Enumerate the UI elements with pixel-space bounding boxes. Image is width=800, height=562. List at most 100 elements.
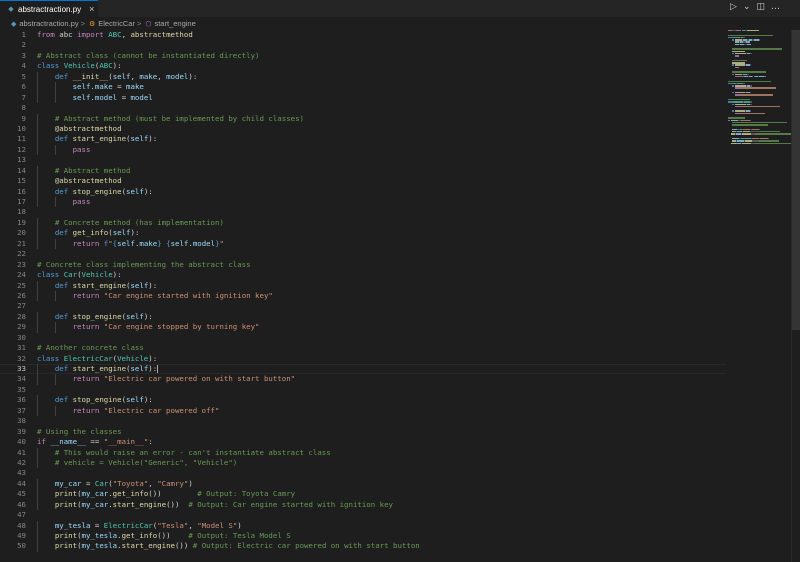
- code-line[interactable]: def get_info(self):: [37, 228, 726, 239]
- tab-abstractraction-py[interactable]: ◆ abstractraction.py ×: [0, 0, 98, 17]
- code-line[interactable]: # Abstract method (must be implemented b…: [37, 113, 726, 124]
- code-token: import: [77, 30, 104, 39]
- code-area[interactable]: from abc import ABC, abstractmethod # Abs…: [0, 30, 726, 552]
- run-menu-chevron-icon[interactable]: ⌄: [743, 2, 751, 12]
- code-token: ABC: [108, 30, 122, 39]
- indent-guide: [54, 144, 56, 156]
- code-line[interactable]: @abstractmethod: [37, 123, 726, 135]
- code-line[interactable]: def start_engine(self):: [37, 134, 726, 145]
- code-token: make: [126, 82, 144, 92]
- line-number: 36: [17, 395, 26, 405]
- code-line[interactable]: return "Car engine started with ignition…: [37, 290, 726, 302]
- code-line[interactable]: def stop_engine(self):: [37, 395, 726, 406]
- code-token: def: [54, 280, 69, 290]
- code-line[interactable]: # This would raise an error - can't inst…: [37, 447, 726, 458]
- minimap-token: [754, 142, 792, 144]
- code-token: # vehicle = Vehicle("Generic", "Vehicle"…: [54, 457, 238, 467]
- code-line[interactable]: print(my_tesla.get_info()) # Output: Tes…: [37, 531, 726, 542]
- minimap-token: [735, 52, 746, 55]
- minimap-token: [731, 48, 782, 50]
- code-line[interactable]: pass: [37, 197, 726, 208]
- code-editor[interactable]: 1 2 3 4 5 6 7 8 9 10 11 12 13 14 15 16 17 18 19 20 21 22 23 24 2…: [0, 30, 726, 562]
- code-token: ):: [148, 353, 158, 363]
- breadcrumb-file[interactable]: abstractraction.py: [19, 19, 78, 28]
- code-line[interactable]: return "Electric car powered off": [37, 405, 726, 417]
- split-editor-icon[interactable]: ◫: [756, 2, 765, 12]
- minimap-token: [731, 62, 746, 64]
- code-line[interactable]: [37, 103, 726, 113]
- code-line[interactable]: [37, 385, 726, 395]
- indent-guide: [37, 197, 38, 208]
- code-line[interactable]: [37, 155, 726, 165]
- code-line[interactable]: def stop_engine(self):: [37, 311, 726, 323]
- minimap-token: [746, 43, 752, 46]
- code-token: def: [54, 364, 69, 373]
- breadcrumb-class[interactable]: ElectricCar: [98, 19, 135, 28]
- code-line[interactable]: def start_engine(self):: [0, 364, 726, 375]
- code-line[interactable]: # Using the classes: [37, 427, 726, 437]
- vertical-scrollbar[interactable]: [792, 30, 800, 330]
- code-token: print: [54, 541, 78, 551]
- code-line[interactable]: return "Electric car powered on with sta…: [37, 374, 726, 385]
- code-line[interactable]: class ElectricCar(Vehicle):: [37, 354, 726, 364]
- code-token: self: [130, 280, 149, 290]
- code-line[interactable]: class Vehicle(ABC):: [37, 61, 726, 71]
- code-line[interactable]: # Abstract class (cannot be instantiated…: [37, 51, 726, 61]
- code-line[interactable]: [37, 301, 726, 311]
- code-line[interactable]: [37, 207, 726, 217]
- indent-guide: [37, 447, 38, 458]
- code-line[interactable]: def start_engine(self):: [37, 280, 726, 291]
- indent-guide: [37, 82, 38, 93]
- close-icon[interactable]: ×: [89, 4, 94, 14]
- code-line[interactable]: # vehicle = Vehicle("Generic", "Vehicle"…: [37, 457, 726, 469]
- minimap[interactable]: [728, 30, 793, 144]
- line-number: 20: [17, 228, 26, 238]
- more-actions-icon[interactable]: …: [771, 2, 780, 12]
- indent-guide: [37, 541, 38, 552]
- code-line[interactable]: @abstractmethod: [37, 176, 726, 187]
- code-line[interactable]: def __init__(self, make, model):: [37, 71, 726, 83]
- minimap-token: [728, 106, 735, 107]
- code-line[interactable]: return f"{self.make} {self.model}": [37, 238, 726, 250]
- code-line[interactable]: my_tesla = ElectricCar("Tesla", "Model S…: [37, 520, 726, 531]
- code-token: abstractmethod: [130, 30, 193, 39]
- line-number: 7: [21, 92, 26, 102]
- code-line[interactable]: # Concrete method (has implementation): [37, 217, 726, 229]
- line-number: 50: [17, 541, 26, 551]
- code-line[interactable]: [37, 416, 726, 426]
- code-line[interactable]: [37, 468, 726, 478]
- code-line[interactable]: self.model = model: [37, 92, 726, 104]
- code-line[interactable]: class Car(Vehicle):: [37, 270, 726, 280]
- code-line[interactable]: [37, 510, 726, 520]
- run-icon[interactable]: ▷: [730, 2, 737, 12]
- code-line[interactable]: pass: [37, 144, 726, 156]
- indent-guide: [37, 113, 38, 124]
- code-line[interactable]: my_car = Car("Toyota", "Camry"): [37, 478, 726, 490]
- code-line[interactable]: [37, 249, 726, 259]
- code-line[interactable]: from abc import ABC, abstractmethod: [37, 30, 726, 40]
- code-line[interactable]: # Another concrete class: [37, 343, 726, 353]
- minimap-token: [758, 140, 780, 142]
- code-token: "Model S": [197, 520, 238, 530]
- code-token: def: [54, 186, 69, 196]
- code-line[interactable]: [37, 40, 726, 50]
- code-line[interactable]: # Concrete class implementing the abstra…: [37, 260, 726, 270]
- code-token: pass: [72, 197, 91, 206]
- breadcrumb-method[interactable]: start_engine: [154, 19, 195, 28]
- code-line[interactable]: print(my_tesla.start_engine()) # Output:…: [37, 541, 726, 552]
- code-token: Vehicle: [63, 61, 95, 71]
- code-line[interactable]: if __name__ == "__main__":: [37, 437, 726, 447]
- indent-guide: [37, 176, 38, 187]
- code-line[interactable]: return "Car engine stopped by turning ke…: [37, 322, 726, 333]
- code-line[interactable]: # Abstract method: [37, 165, 726, 177]
- code-line[interactable]: self.make = make: [37, 82, 726, 93]
- code-line[interactable]: def stop_engine(self):: [37, 186, 726, 197]
- code-line[interactable]: [37, 333, 726, 343]
- code-token: return: [72, 374, 100, 384]
- code-line[interactable]: print(my_car.get_info()) # Output: Toyot…: [37, 489, 726, 500]
- code-line[interactable]: print(my_car.start_engine()) # Output: C…: [37, 499, 726, 511]
